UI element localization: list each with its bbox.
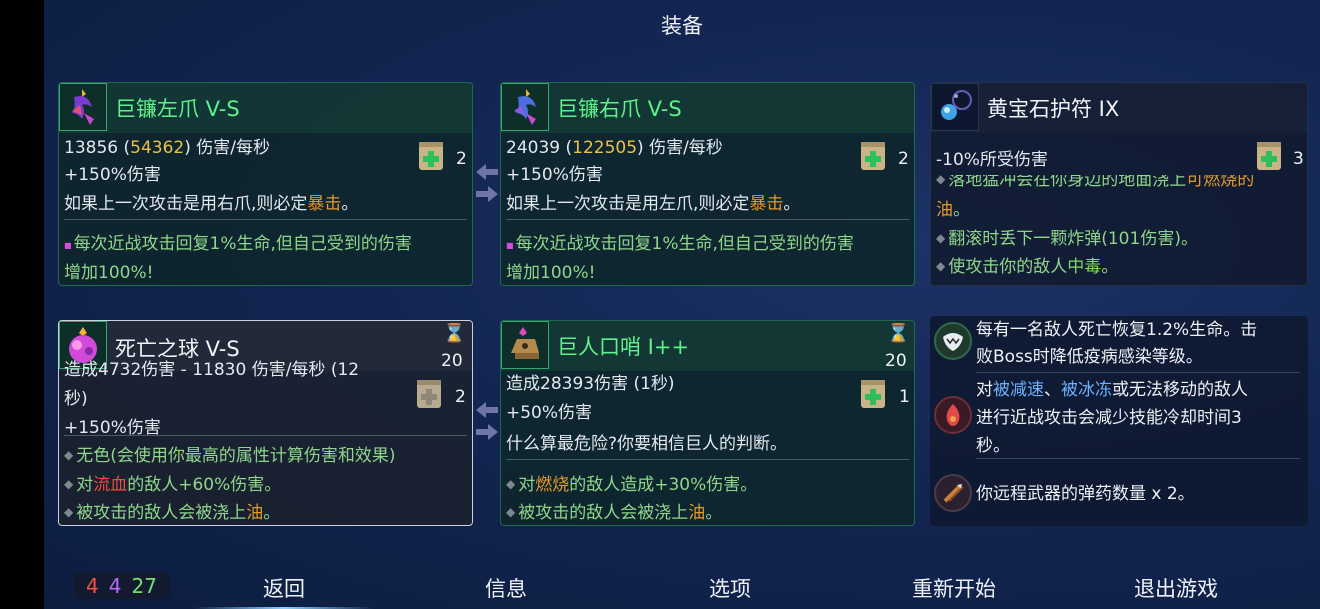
affix-line: 对燃烧的敌人造成+30%伤害。 [506, 470, 757, 495]
scroll-count: 3 [1293, 149, 1304, 169]
scroll-count: 2 [898, 149, 909, 169]
divider [64, 435, 467, 436]
scroll-icon [857, 377, 889, 411]
survival-count: 27 [131, 574, 157, 598]
bottom-nav-bar: 4 4 27 返回 信息 选项 重新开始 退出游戏 [44, 561, 1320, 609]
mutation-text: 对被减速、被冰冻或无法移动的敌人 [976, 380, 1248, 400]
info-button[interactable]: 信息 [426, 573, 586, 603]
inventory-screen: 装备 巨镰左爪 V-S 13856 (54362) 伤害/每秒 +150%伤害 … [44, 0, 1320, 609]
affix-line: 每次近战攻击回复1%生命,但自己受到的伤害 [64, 229, 412, 254]
weapon-description: 如果上一次攻击是用左爪,则必定暴击。 [506, 194, 801, 214]
dps-line: 13856 (54362) 伤害/每秒 [64, 138, 270, 158]
mutation-text-cont: 秒。 [976, 436, 1010, 456]
restart-button[interactable]: 重新开始 [874, 573, 1034, 603]
affix-line: 无色(会使用你最高的属性计算伤害和效果) [64, 441, 395, 466]
mutation-text: 每有一名敌人死亡恢复1.2%生命。击 [976, 320, 1258, 340]
damage-line: 造成28393伤害 (1秒) [506, 374, 675, 394]
skill-card-death-orb[interactable]: 死亡之球 V-S ⌛ 20 造成4732伤害 - 11830 伤害/每秒 (12… [58, 320, 473, 526]
scroll-count: 2 [456, 149, 467, 169]
amulet-stat: -10%所受伤害 [936, 150, 1048, 170]
cooldown-hourglass-icon: ⌛ [887, 323, 910, 344]
affix-line: 被攻击的敌人会被浇上油。 [506, 498, 722, 523]
amulet-card[interactable]: 黄宝石护符 IX -10%所受伤害 3 落地猛冲会在你身边的地面浇上可燃烧的 油… [930, 82, 1308, 286]
amulet-affix: 使攻击你的敌人中毒。 [936, 252, 1118, 277]
swap-arrows-icon [474, 398, 500, 444]
mutation-text: 你远程武器的弹药数量 x 2。 [976, 484, 1195, 504]
cooldown-value: 20 [885, 351, 907, 371]
amulet-affix-cont: 油。 [936, 200, 970, 220]
divider [64, 219, 467, 220]
quit-game-button[interactable]: 退出游戏 [1096, 573, 1256, 603]
cell-counters: 4 4 27 [74, 573, 170, 599]
whistle-icon [501, 321, 549, 369]
amulet-affix-scroll[interactable]: 落地猛冲会在你身边的地面浇上可燃烧的 油。 翻滚时丢下一颗炸弹(101伤害)。 … [931, 175, 1307, 285]
weapon-description: 如果上一次攻击是用右爪,则必定暴击。 [64, 194, 359, 214]
options-button[interactable]: 选项 [650, 573, 810, 603]
claw-weapon-icon [59, 83, 107, 131]
mutation-ammo-icon[interactable] [934, 474, 972, 512]
mutation-text-cont: 败Boss时降低疫病感染等级。 [976, 347, 1203, 367]
scroll-count: 1 [899, 387, 910, 407]
scroll-icon [413, 377, 445, 411]
divider [976, 458, 1300, 459]
divider [976, 372, 1300, 373]
brutality-count: 4 [86, 574, 99, 598]
affix-line: 对流血的敌人+60%伤害。 [64, 470, 281, 495]
skill-description: 什么算最危险?你要相信巨人的判断。 [506, 434, 788, 454]
scroll-icon [415, 139, 447, 173]
skill-card-giant-whistle[interactable]: 巨人口哨 I++ ⌛ 20 造成28393伤害 (1秒) 1 +50%伤害 什么… [500, 320, 915, 526]
amulet-name: 黄宝石护符 IX [987, 97, 1120, 121]
amulet-icon [931, 83, 979, 131]
amulet-affix: 落地猛冲会在你身边的地面浇上可燃烧的 [936, 175, 1254, 190]
skill-name: 巨人口哨 I++ [557, 335, 690, 359]
weapon-name: 巨镰左爪 V-S [115, 97, 240, 121]
back-button[interactable]: 返回 [194, 573, 374, 609]
tactics-count: 4 [108, 574, 122, 598]
amulet-affix: 翻滚时丢下一颗炸弹(101伤害)。 [936, 224, 1198, 249]
affix-line-cont: 增加100%! [64, 263, 154, 283]
affix-line: 每次近战攻击回复1%生命,但自己受到的伤害 [506, 229, 854, 254]
scroll-count: 2 [455, 387, 466, 407]
cooldown-value: 20 [441, 351, 463, 371]
weapon-name: 巨镰右爪 V-S [557, 97, 682, 121]
claw-weapon-icon [501, 83, 549, 131]
mutations-panel: 每有一名敌人死亡恢复1.2%生命。击 败Boss时降低疫病感染等级。 对被减速、… [930, 316, 1308, 526]
weapon-card-right-claw[interactable]: 巨镰右爪 V-S 24039 (122505) 伤害/每秒 +150%伤害 2 … [500, 82, 915, 286]
scroll-icon [1253, 139, 1285, 173]
affix-line: 被攻击的敌人会被浇上油。 [64, 498, 280, 523]
scroll-icon [857, 139, 889, 173]
affix-line-cont: 增加100%! [506, 263, 596, 283]
cooldown-hourglass-icon: ⌛ [443, 323, 466, 344]
swap-arrows-icon [474, 160, 500, 206]
divider [506, 219, 909, 220]
page-title: 装备 [661, 14, 703, 38]
divider [506, 459, 909, 460]
mutation-text-cont: 进行近战攻击会减少技能冷却时间3 [976, 408, 1242, 428]
damage-line-cont: 秒) [64, 389, 88, 409]
damage-bonus: +150%伤害 [64, 165, 161, 185]
damage-bonus: +50%伤害 [506, 403, 593, 423]
damage-line: 造成4732伤害 - 11830 伤害/每秒 (12 [64, 360, 360, 380]
mutation-kill-heal-icon[interactable] [934, 322, 972, 360]
dps-line: 24039 (122505) 伤害/每秒 [506, 138, 723, 158]
weapon-card-left-claw[interactable]: 巨镰左爪 V-S 13856 (54362) 伤害/每秒 +150%伤害 2 如… [58, 82, 473, 286]
mutation-cooldown-icon[interactable] [934, 396, 972, 434]
damage-bonus: +150%伤害 [506, 165, 603, 185]
